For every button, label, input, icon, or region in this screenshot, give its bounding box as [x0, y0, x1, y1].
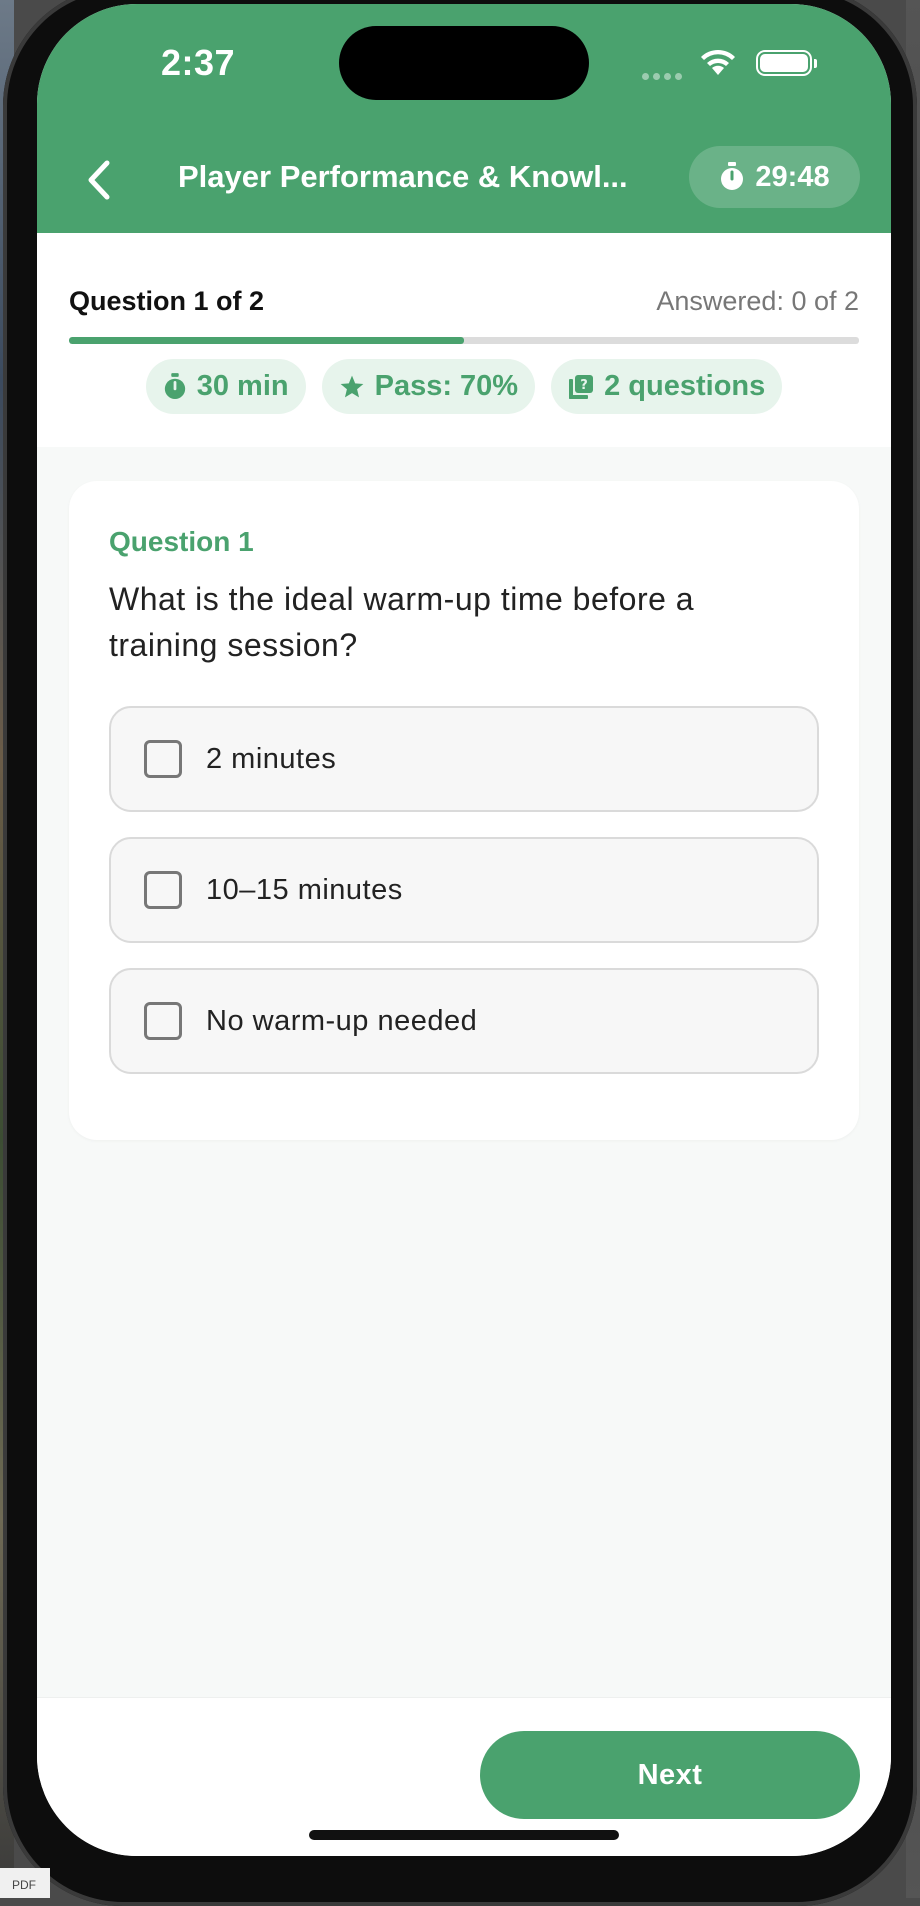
back-button[interactable] [75, 156, 123, 204]
option-checkbox[interactable] [144, 1002, 182, 1040]
svg-text:?: ? [580, 378, 588, 393]
home-indicator [309, 1830, 619, 1840]
duration-label: 30 min [196, 370, 289, 402]
app-screen: 2:37 Player Performance & Knowl... 29:48… [37, 4, 891, 1856]
app-header: 2:37 Player Performance & Knowl... 29:48 [37, 4, 891, 233]
option-checkbox[interactable] [144, 871, 182, 909]
dynamic-island [339, 26, 589, 100]
question-card: Question 1 What is the ideal warm-up tim… [69, 481, 859, 1140]
timer-value: 29:48 [755, 160, 830, 193]
star-icon [340, 375, 363, 397]
question-counter: Question 1 of 2 [69, 286, 265, 316]
questions-chip: ? 2 questions [551, 359, 783, 414]
progress-bar-fill [69, 337, 464, 344]
question-text: What is the ideal warm-up time before a … [109, 581, 695, 663]
battery-icon [756, 50, 817, 76]
page-title: Player Performance & Knowl... [178, 159, 628, 194]
phone-frame: 2:37 Player Performance & Knowl... 29:48… [3, 0, 917, 1906]
progress-bar [69, 337, 859, 344]
answer-option[interactable]: 10–15 minutes [109, 837, 819, 943]
countdown-timer: 29:48 [689, 146, 860, 208]
answer-option[interactable]: 2 minutes [109, 706, 819, 812]
pass-chip: Pass: 70% [321, 359, 536, 414]
chevron-left-icon [88, 160, 110, 200]
status-time: 2:37 [161, 42, 236, 83]
stopwatch-icon [164, 372, 185, 399]
pdf-file-tag: PDF [0, 1868, 50, 1898]
question-label: Question 1 [109, 526, 254, 557]
option-label: 2 minutes [206, 742, 337, 775]
option-label: 10–15 minutes [206, 873, 403, 906]
pass-label: Pass: 70% [374, 370, 519, 402]
duration-chip: 30 min [145, 359, 306, 414]
answered-counter: Answered: 0 of 2 [656, 286, 859, 316]
option-checkbox[interactable] [144, 740, 182, 778]
stopwatch-icon [721, 162, 744, 190]
wifi-icon [698, 48, 738, 83]
option-label: No warm-up needed [206, 1004, 478, 1037]
questions-label: 2 questions [604, 370, 766, 402]
progress-section: Question 1 of 2 Answered: 0 of 2 30 min [37, 233, 891, 447]
quiz-info-chips: 30 min Pass: 70% ? 2 questions [37, 359, 891, 414]
question-book-icon: ? [569, 374, 594, 399]
answer-option[interactable]: No warm-up needed [109, 968, 819, 1074]
cellular-signal-icon [642, 67, 686, 85]
next-button[interactable]: Next [480, 1731, 860, 1819]
